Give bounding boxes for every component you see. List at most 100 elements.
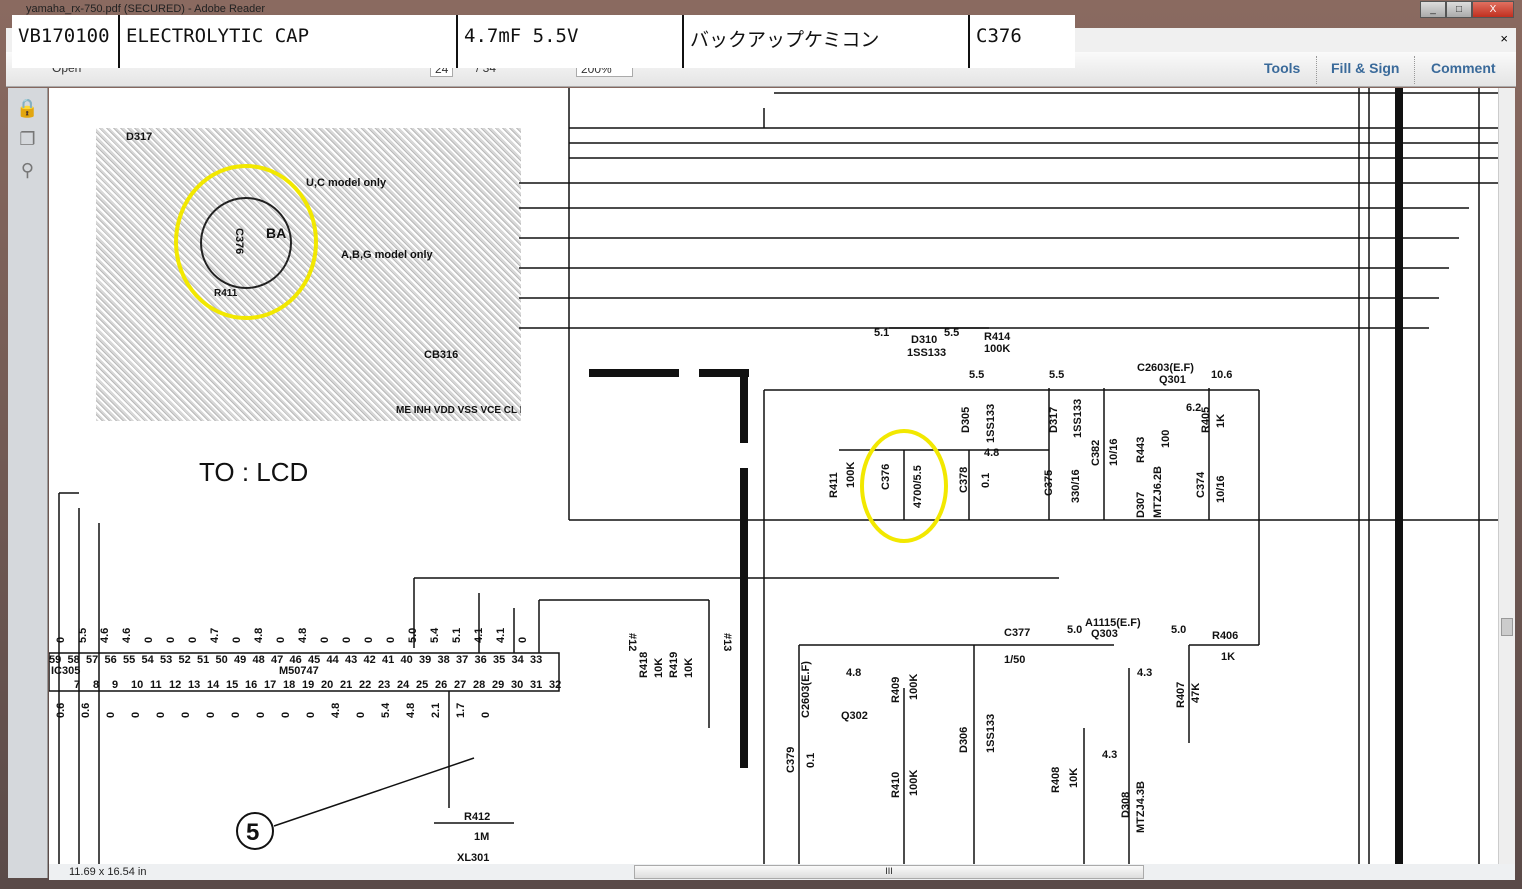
pin-voltage: 0 [280, 712, 292, 718]
pin-voltage: 0.6 [55, 703, 67, 718]
label-d307: D307 [1135, 492, 1147, 518]
ic-pin-number: 39 [419, 654, 431, 666]
label-q301-ref: Q301 [1159, 374, 1186, 386]
pin-voltage: 0 [363, 637, 375, 643]
ic-name: M50747 [279, 665, 319, 677]
label-r418-value: 10K [653, 658, 665, 678]
pin-voltage: 0 [105, 712, 117, 718]
pin-voltage: 0 [480, 712, 492, 718]
label-r414-value: 100K [984, 343, 1010, 355]
pin-voltage: 4.1 [473, 628, 485, 643]
label-r414: R414 [984, 331, 1011, 343]
ic-pin-number: 37 [456, 654, 468, 666]
maximize-button[interactable]: □ [1446, 1, 1472, 18]
pin-voltage: 4.8 [330, 703, 342, 718]
minimize-button[interactable]: _ [1420, 1, 1446, 18]
ic-pin-number: 34 [512, 654, 525, 666]
ic-pin-number: 35 [493, 654, 505, 666]
pages-icon[interactable]: ❐ [8, 129, 47, 150]
voltage-label: 4.3 [1102, 749, 1117, 761]
voltage-label: 5.0 [1171, 624, 1186, 636]
pin-voltage: 5.0 [407, 628, 419, 643]
label-d310: D310 [911, 334, 937, 346]
label-d308-value: MTZJ4.3B [1135, 781, 1147, 833]
label-xl301: XL301 [457, 852, 489, 864]
pin-voltage: 0 [305, 712, 317, 718]
attachment-icon[interactable]: ⚲ [8, 160, 47, 181]
pin-voltage: 0 [130, 712, 142, 718]
ic-pin-number: 53 [160, 654, 172, 666]
ic-pin-number: 57 [86, 654, 98, 666]
label-r405: R405 [1200, 407, 1212, 433]
label-c379: C379 [785, 747, 797, 773]
pin-voltage: 0 [165, 637, 177, 643]
pin-voltage: 2.1 [430, 703, 442, 718]
voltage-label: 5.0 [1067, 624, 1082, 636]
close-document-icon[interactable]: × [1500, 31, 1508, 46]
label-r405-value: 1K [1215, 414, 1227, 428]
ic-pin-number: 36 [475, 654, 487, 666]
label-r407-value: 47K [1190, 683, 1202, 703]
label-q303-ref: Q303 [1091, 628, 1118, 640]
ic-pin-number: 40 [401, 654, 413, 666]
ic-pin-number: 44 [327, 654, 340, 666]
voltage-label: 10.6 [1211, 369, 1232, 381]
ic-pin-number: 27 [454, 679, 466, 691]
to-lcd-label: TO : LCD [199, 457, 308, 487]
voltage-label: 5.5 [969, 369, 984, 381]
pin-voltage: 4.6 [121, 628, 133, 643]
label-c379-value: 0.1 [805, 753, 817, 768]
horizontal-scroll-thumb[interactable]: III [634, 865, 1144, 879]
pin-voltage: 0 [355, 712, 367, 718]
ic-pin-number: 22 [359, 679, 371, 691]
pin-voltage: 0 [255, 712, 267, 718]
label-d307-value: MTZJ6.2B [1152, 466, 1164, 518]
pin-voltage: 0 [55, 637, 67, 643]
label-c378: C378 [958, 467, 970, 493]
pin-voltage: 0 [187, 637, 199, 643]
ic-pin-number: 12 [169, 679, 181, 691]
ic-pin-number: 33 [530, 654, 542, 666]
pin-voltage: 0 [385, 637, 397, 643]
pin-voltage: 1.7 [455, 703, 467, 718]
close-button[interactable]: X [1472, 1, 1514, 18]
label-c374: C374 [1195, 471, 1207, 498]
vertical-scrollbar[interactable] [1498, 88, 1515, 864]
label-r406: R406 [1212, 630, 1238, 642]
label-c375: C375 [1043, 470, 1055, 496]
pin-voltage: 5.4 [380, 702, 392, 718]
pin-voltage: 0 [517, 637, 529, 643]
label-r410-value: 100K [908, 770, 920, 796]
ic-pin-number: 56 [105, 654, 117, 666]
ic-pin-number: 55 [123, 654, 135, 666]
label-r406-value: 1K [1221, 651, 1235, 663]
ic-pin-number: 21 [340, 679, 352, 691]
voltage-label: 6.2 [1186, 402, 1201, 414]
voltage-label: 4.8 [984, 447, 999, 459]
label-d306: D306 [958, 727, 970, 753]
label-c375-value: 330/16 [1070, 469, 1082, 503]
label-r412: R412 [464, 811, 490, 823]
label-q302-ref: Q302 [841, 710, 868, 722]
ic-pin-number: 42 [364, 654, 376, 666]
ic-pin-number: 14 [207, 679, 220, 691]
pin-voltage: 4.7 [209, 628, 221, 643]
label-j13: #13 [721, 633, 733, 651]
ic-pin-number: 8 [93, 679, 99, 691]
label-c377-value: 1/50 [1004, 654, 1025, 666]
voltage-label: 4.3 [1137, 667, 1152, 679]
comment-button[interactable]: Comment [1431, 60, 1496, 76]
vertical-scroll-thumb[interactable] [1501, 618, 1513, 636]
fill-sign-button[interactable]: Fill & Sign [1331, 60, 1399, 76]
label-r443-value: 100 [1160, 430, 1172, 448]
horizontal-scrollbar[interactable]: III [174, 864, 1514, 880]
ic-pin-number: 20 [321, 679, 333, 691]
ic-pin-number: 50 [216, 654, 228, 666]
ic-pin-number: 30 [511, 679, 523, 691]
lock-icon[interactable]: 🔒 [8, 98, 47, 119]
pin-voltage: 4.1 [495, 628, 507, 643]
document-view[interactable]: D317 C376 BA R411 CB316 U,C model only A… [49, 88, 1498, 864]
ic-pin-number: 16 [245, 679, 257, 691]
pin-voltage: 4.6 [99, 628, 111, 643]
tools-button[interactable]: Tools [1264, 60, 1300, 76]
